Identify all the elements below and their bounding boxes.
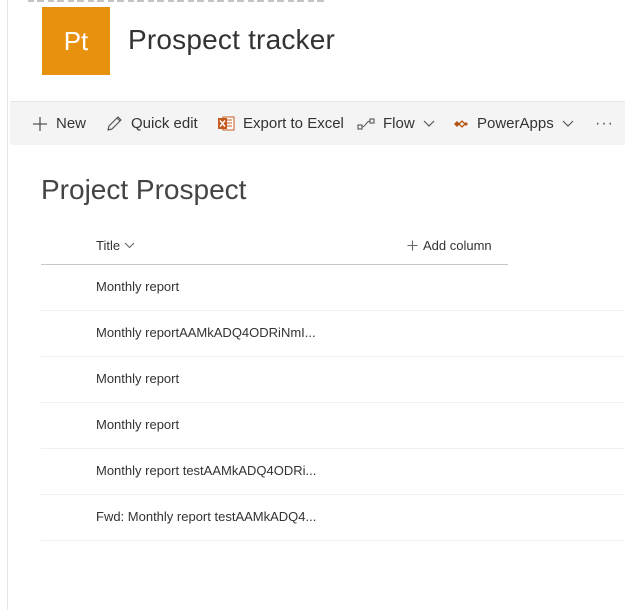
- plus-icon: [32, 116, 48, 132]
- site-title[interactable]: Prospect tracker: [128, 24, 335, 56]
- plus-icon: [407, 240, 418, 251]
- table-row[interactable]: Monthly report: [41, 403, 625, 449]
- cropped-top-text: [28, 0, 328, 4]
- row-title[interactable]: Monthly report: [96, 417, 179, 432]
- site-logo-text: Pt: [63, 25, 89, 56]
- table-row[interactable]: Monthly report: [41, 357, 625, 403]
- table-row[interactable]: Fwd: Monthly report testAAMkADQ4...: [41, 495, 625, 541]
- more-options-button[interactable]: ···: [595, 102, 614, 145]
- pencil-icon: [106, 115, 123, 132]
- excel-icon: [217, 115, 235, 132]
- row-title[interactable]: Monthly report: [96, 371, 179, 386]
- row-title[interactable]: Monthly reportAAMkADQ4ODRiNmI...: [96, 325, 316, 340]
- column-header-label: Title: [96, 238, 121, 253]
- row-title[interactable]: Monthly report testAAMkADQ4ODRi...: [96, 463, 316, 478]
- chevron-down-icon: [124, 242, 135, 249]
- new-button[interactable]: New: [32, 102, 86, 145]
- quick-edit-button-label: Quick edit: [131, 115, 198, 132]
- powerapps-button[interactable]: PowerApps: [453, 102, 574, 145]
- add-column-label: Add column: [423, 238, 492, 253]
- site-logo[interactable]: Pt: [42, 7, 110, 75]
- table-row[interactable]: Monthly report testAAMkADQ4ODRi...: [41, 449, 625, 495]
- export-to-excel-button[interactable]: Export to Excel: [217, 102, 344, 145]
- flow-button[interactable]: Flow: [357, 102, 435, 145]
- powerapps-icon: [453, 118, 469, 130]
- row-title[interactable]: Fwd: Monthly report testAAMkADQ4...: [96, 509, 316, 524]
- export-to-excel-label: Export to Excel: [243, 115, 344, 132]
- table-row[interactable]: Monthly report: [41, 265, 625, 311]
- row-title[interactable]: Monthly report: [96, 279, 179, 294]
- list-title: Project Prospect: [41, 174, 247, 205]
- quick-edit-button[interactable]: Quick edit: [106, 102, 198, 145]
- flow-button-label: Flow: [383, 115, 415, 132]
- chevron-down-icon: [562, 120, 574, 128]
- powerapps-button-label: PowerApps: [477, 115, 554, 132]
- page-left-border: [7, 0, 8, 610]
- new-button-label: New: [56, 115, 87, 132]
- list-rows: Monthly report Monthly reportAAMkADQ4ODR…: [41, 265, 625, 541]
- command-bar: New Quick edit Export to Excel Flow Powe…: [10, 101, 625, 145]
- more-icon: ···: [595, 114, 614, 132]
- chevron-down-icon: [423, 120, 435, 128]
- column-header-title[interactable]: Title: [96, 238, 135, 253]
- table-row[interactable]: Monthly reportAAMkADQ4ODRiNmI...: [41, 311, 625, 357]
- flow-icon: [357, 117, 375, 131]
- add-column-button[interactable]: Add column: [407, 238, 492, 253]
